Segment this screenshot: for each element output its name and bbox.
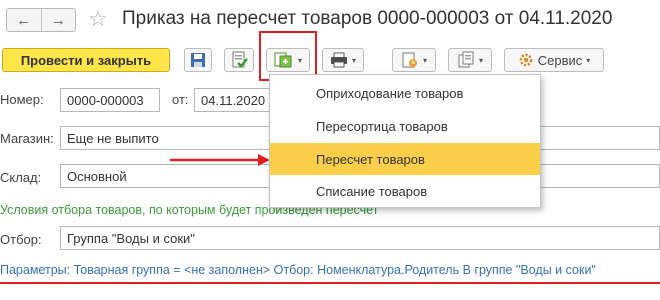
create-based-on-menu: Оприходование товаров Пересортица товаро… [269,74,541,208]
filter-field[interactable]: Группа "Воды и соки" [60,226,660,250]
red-pointer-arrow-icon [170,154,270,166]
print-button[interactable]: ▾ [322,48,364,72]
save-button[interactable] [184,48,212,72]
printer-icon [330,52,347,68]
menu-item-recount[interactable]: Пересчет товаров [270,143,540,175]
highlight-underline [0,282,660,284]
floppy-disk-icon [191,53,205,67]
service-button-label: Сервис [537,52,583,68]
back-button[interactable]: ← [7,9,41,31]
documents-icon [458,51,474,68]
date-label: от: [172,92,189,107]
number-label: Номер: [0,92,44,107]
gear-icon [519,53,533,67]
chevron-down-icon: ▾ [586,55,591,65]
toolbar: Провести и закрыть ▾ ▾ ▾ ▾ Сервис ▾ [0,46,660,74]
report-document-icon [402,52,417,68]
forward-button[interactable]: → [40,9,76,31]
window-title: Приказ на пересчет товаров 0000-000003 о… [122,8,613,29]
favorite-star-icon[interactable]: ☆ [88,5,108,33]
warehouse-label: Склад: [0,170,42,185]
menu-item-write-off[interactable]: Списание товаров [270,175,540,207]
chevron-down-icon: ▾ [422,55,427,65]
service-button[interactable]: Сервис ▾ [504,48,604,72]
back-arrow-icon: ← [16,11,32,29]
number-field[interactable]: 0000-000003 [60,88,160,112]
parameters-text[interactable]: Параметры: Товарная группа = <не заполне… [0,263,660,277]
title-bar: ← → ☆ Приказ на пересчет товаров 0000-00… [0,0,660,40]
menu-item-regrading[interactable]: Пересортица товаров [270,110,540,142]
filter-label: Отбор: [0,232,42,247]
post-button[interactable] [224,48,254,72]
menu-item-receipt[interactable]: Оприходование товаров [270,77,540,109]
post-document-icon [232,51,248,68]
report-button[interactable]: ▾ [392,48,436,72]
navigation-buttons: ← → [6,8,76,32]
date-field[interactable]: 04.11.2020 [194,88,274,112]
chevron-down-icon: ▾ [351,55,356,65]
store-label: Магазин: [0,131,54,146]
forward-arrow-icon: → [50,11,66,29]
chevron-down-icon: ▾ [478,55,483,65]
post-and-close-button[interactable]: Провести и закрыть [2,48,170,72]
documents-button[interactable]: ▾ [448,48,492,72]
